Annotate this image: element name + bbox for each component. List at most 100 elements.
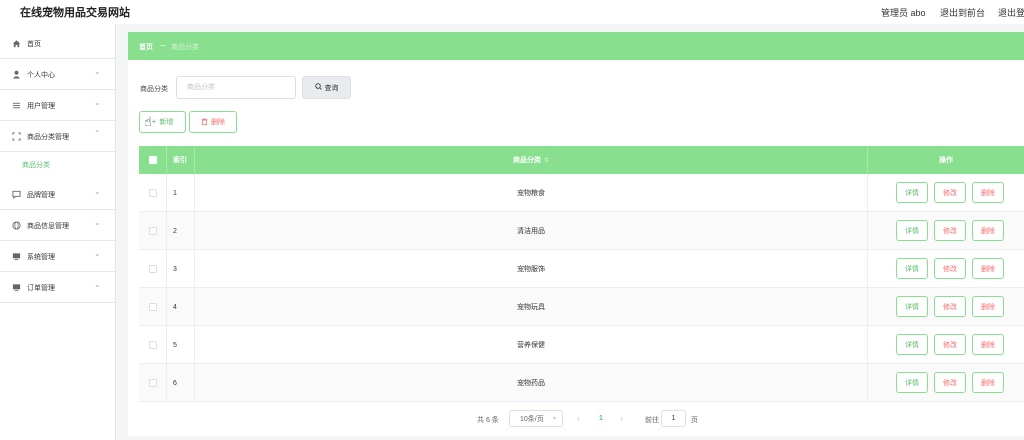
chevron-down-icon: ⌄ <box>94 98 101 107</box>
query-button-label: 查询 <box>324 84 339 92</box>
delete-button[interactable]: 删除 <box>972 182 1004 203</box>
page-size-select[interactable]: 10条/页 ▾ <box>509 410 563 427</box>
page-unit-label: 页 <box>691 417 698 424</box>
batch-delete-button[interactable]: 删除 <box>189 111 237 133</box>
edit-button[interactable]: 修改 <box>934 296 966 317</box>
row-index: 2 <box>167 212 195 250</box>
trash-icon <box>201 117 208 127</box>
delete-button[interactable]: 删除 <box>972 296 1004 317</box>
chat-icon <box>12 190 21 199</box>
edit-button[interactable]: 修改 <box>934 372 966 393</box>
page-size-value: 10条/页 <box>520 415 544 423</box>
row-index: 3 <box>167 250 195 288</box>
header-category[interactable]: 商品分类 ⇅ <box>195 146 868 174</box>
next-page-icon[interactable]: › <box>620 413 623 423</box>
monitor-icon <box>12 252 21 261</box>
chevron-down-icon: ⌄ <box>94 218 101 227</box>
detail-button[interactable]: 详情 <box>896 258 928 279</box>
row-actions: 详情 修改 删除 <box>868 288 1024 326</box>
chevron-down-icon: ⌄ <box>94 280 101 289</box>
breadcrumb-current: 商品分类 <box>171 44 199 51</box>
edit-button[interactable]: 修改 <box>934 220 966 241</box>
delete-button[interactable]: 删除 <box>972 258 1004 279</box>
row-checkbox[interactable] <box>148 341 157 349</box>
prev-page-icon[interactable]: ‹ <box>577 413 580 423</box>
sidebar-item-system-management[interactable]: 系统管理 ⌄ <box>0 241 115 272</box>
breadcrumb-home[interactable]: 首页 <box>139 42 153 52</box>
table-row: 2 清洁用品 详情 修改 删除 <box>139 212 1024 250</box>
sidebar-item-category-management[interactable]: 商品分类管理 ⌃ <box>0 121 115 152</box>
table-header: 索引 商品分类 ⇅ 操作 <box>139 146 1024 174</box>
category-search-input[interactable] <box>176 76 296 99</box>
sidebar-item-personal-center[interactable]: 个人中心 ⌄ <box>0 59 115 90</box>
row-checkbox[interactable] <box>148 189 157 197</box>
sidebar-item-label: 商品分类管理 <box>27 134 69 141</box>
table-row: 1 宠物粮食 详情 修改 删除 <box>139 174 1024 212</box>
row-index: 1 <box>167 174 195 212</box>
row-checkbox[interactable] <box>148 379 157 387</box>
row-checkbox-cell <box>139 212 167 250</box>
page-number[interactable]: 1 <box>599 415 603 422</box>
select-all-checkbox[interactable] <box>148 156 157 164</box>
detail-button[interactable]: 详情 <box>896 182 928 203</box>
edit-button[interactable]: 修改 <box>934 334 966 355</box>
sidebar-subitem-category[interactable]: 商品分类 <box>0 152 115 178</box>
pagination-total: 共 6 条 <box>477 417 499 424</box>
hand-cursor-icon: ☝ <box>144 114 152 129</box>
search-icon <box>314 83 322 92</box>
header-category-label: 商品分类 <box>512 157 541 164</box>
query-button[interactable]: 查询 <box>302 76 351 99</box>
sidebar-item-label: 个人中心 <box>27 72 55 79</box>
detail-button[interactable]: 详情 <box>896 334 928 355</box>
row-category: 宠物玩具 <box>195 288 868 326</box>
sidebar-item-label: 首页 <box>27 41 41 48</box>
globe-icon <box>12 221 21 230</box>
detail-button[interactable]: 详情 <box>896 372 928 393</box>
breadcrumb: 首页 → 商品分类 <box>128 32 1024 60</box>
delete-button[interactable]: 删除 <box>972 372 1004 393</box>
header-checkbox-cell <box>139 146 167 174</box>
row-category: 清洁用品 <box>195 212 868 250</box>
row-checkbox[interactable] <box>148 227 157 235</box>
site-title: 在线宠物用品交易网站 <box>20 7 130 19</box>
sidebar-item-order-management[interactable]: 订单管理 ⌄ <box>0 272 115 303</box>
chevron-down-icon: ▾ <box>552 416 556 422</box>
sidebar-item-brand-management[interactable]: 品牌管理 ⌄ <box>0 179 115 210</box>
add-button-label: 新增 <box>159 119 174 126</box>
row-actions: 详情 修改 删除 <box>868 250 1024 288</box>
row-checkbox[interactable] <box>148 303 157 311</box>
arrow-right-icon: → <box>158 39 167 49</box>
goto-page-input[interactable] <box>661 410 686 427</box>
table-row: 6 宠物药品 详情 修改 删除 <box>139 364 1024 402</box>
monitor-icon <box>12 283 21 292</box>
sidebar-item-label: 系统管理 <box>27 254 55 261</box>
goto-label: 前往 <box>645 417 659 424</box>
sidebar-subitem-label: 商品分类 <box>22 162 50 169</box>
sidebar-item-product-info-management[interactable]: 商品信息管理 ⌄ <box>0 210 115 241</box>
edit-button[interactable]: 修改 <box>934 258 966 279</box>
scan-icon <box>12 132 21 141</box>
detail-button[interactable]: 详情 <box>896 296 928 317</box>
delete-button[interactable]: 删除 <box>972 220 1004 241</box>
logout-link[interactable]: 退出登 <box>998 6 1024 19</box>
row-checkbox[interactable] <box>148 265 157 273</box>
sidebar-item-home[interactable]: 首页 <box>0 28 115 59</box>
sidebar: 首页 个人中心 ⌄ 用户管理 ⌄ 商品分类管理 ⌃ 商品分类 品牌管理 ⌄ 商品… <box>0 24 116 440</box>
delete-button[interactable]: 删除 <box>972 334 1004 355</box>
detail-button[interactable]: 详情 <box>896 220 928 241</box>
row-checkbox-cell <box>139 174 167 212</box>
sidebar-item-user-management[interactable]: 用户管理 ⌄ <box>0 90 115 121</box>
row-checkbox-cell <box>139 326 167 364</box>
plus-icon: + <box>151 117 157 126</box>
row-checkbox-cell <box>139 364 167 402</box>
chevron-down-icon: ⌄ <box>94 249 101 258</box>
home-icon <box>12 39 21 48</box>
edit-button[interactable]: 修改 <box>934 182 966 203</box>
row-actions: 详情 修改 删除 <box>868 326 1024 364</box>
back-to-front-link[interactable]: 退出到前台 <box>940 6 985 19</box>
row-actions: 详情 修改 删除 <box>868 174 1024 212</box>
search-label: 商品分类 <box>140 86 168 93</box>
sidebar-item-label: 品牌管理 <box>27 192 55 199</box>
row-checkbox-cell <box>139 288 167 326</box>
chevron-up-icon: ⌃ <box>94 129 101 138</box>
